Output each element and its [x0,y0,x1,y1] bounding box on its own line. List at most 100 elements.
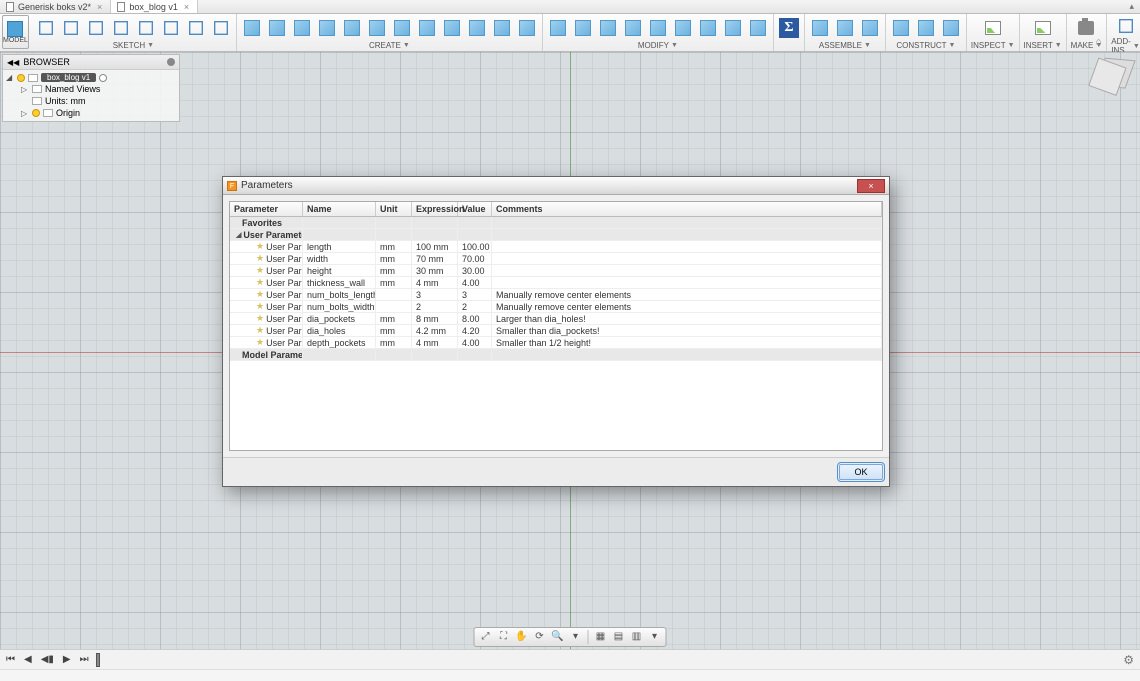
view-control-2[interactable]: ✋ [515,629,529,643]
draft-tool[interactable] [622,17,644,39]
group-label[interactable]: INSPECT▼ [971,41,1015,50]
activate-icon[interactable] [99,74,107,82]
view-control-5[interactable]: ▾ [569,629,583,643]
view-control-7[interactable]: ▦ [594,629,608,643]
parameter-row[interactable]: ★User Par…depth_pocketsmm4 mm4.00Smaller… [230,337,882,349]
cell-unit[interactable] [376,289,412,300]
poly-tool[interactable] [85,17,107,39]
cell-comments[interactable]: Larger than dia_holes! [492,313,882,324]
cell-expression[interactable]: 3 [412,289,458,300]
cell-name[interactable]: dia_pockets [303,313,376,324]
web-tool[interactable] [466,17,488,39]
cell-unit[interactable] [376,301,412,312]
view-control-0[interactable]: ⤢ [479,629,493,643]
shell-tool[interactable] [597,17,619,39]
favorite-icon[interactable]: ★ [256,277,264,288]
visibility-icon[interactable] [17,74,25,82]
section-model-parameters[interactable]: Model Parameters [230,349,882,361]
plane-tool[interactable] [890,17,912,39]
asbuilt-tool[interactable] [834,17,856,39]
pipe-tool[interactable] [516,17,538,39]
cell-comments[interactable]: Smaller than 1/2 height! [492,337,882,348]
pattern-tool[interactable] [316,17,338,39]
extrude-tool[interactable] [341,17,363,39]
cell-comments[interactable] [492,277,882,288]
cell-comments[interactable] [492,241,882,252]
tree-item[interactable]: Units: mm [3,95,179,107]
coil-tool[interactable] [491,17,513,39]
fillet-tool[interactable] [547,17,569,39]
cell-name[interactable]: height [303,265,376,276]
view-control-10[interactable]: ▾ [648,629,662,643]
parameter-row[interactable]: ★User Par…dia_pocketsmm8 mm8.00Larger th… [230,313,882,325]
favorite-icon[interactable]: ★ [256,301,264,312]
cell-comments[interactable]: Manually remove center elements [492,289,882,300]
cell-comments[interactable] [492,253,882,264]
close-icon[interactable]: × [95,2,104,12]
cell-name[interactable]: num_bolts_length [303,289,376,300]
cell-name[interactable]: thickness_wall [303,277,376,288]
align-tool[interactable] [747,17,769,39]
joint-tool[interactable] [809,17,831,39]
scale-tool[interactable] [647,17,669,39]
cell-expression[interactable]: 100 mm [412,241,458,252]
close-icon[interactable]: × [182,2,191,12]
sigma-tool[interactable]: Σ [778,17,800,39]
cell-expression[interactable]: 4 mm [412,277,458,288]
timeline-play-button[interactable]: ▶ [61,654,73,665]
spline-tool[interactable] [185,17,207,39]
cell-unit[interactable]: mm [376,337,412,348]
cell-comments[interactable]: Manually remove center elements [492,301,882,312]
tab-boxblog[interactable]: box_blog v1 × [111,0,198,13]
close-button[interactable]: × [857,179,885,193]
rib-tool[interactable] [441,17,463,39]
settings-icon[interactable]: ⚙ [1123,653,1134,667]
cell-unit[interactable]: mm [376,313,412,324]
arc-tool[interactable] [160,17,182,39]
tree-root[interactable]: ◢ box_blog v1 [3,72,179,83]
tree-item[interactable]: ▷Origin [3,107,179,119]
tab-generisk[interactable]: Generisk boks v2* × [0,0,111,13]
combine-tool[interactable] [672,17,694,39]
cell-name[interactable]: depth_pockets [303,337,376,348]
home-icon[interactable]: ⌂ [1096,37,1102,48]
view-control-3[interactable]: ⟳ [533,629,547,643]
split-tool[interactable] [697,17,719,39]
cell-expression[interactable]: 30 mm [412,265,458,276]
cell-expression[interactable]: 70 mm [412,253,458,264]
view-control-4[interactable]: 🔍 [551,629,565,643]
col-expression[interactable]: Expression [412,202,458,216]
parameter-row[interactable]: ★User Par…lengthmm100 mm100.00 [230,241,882,253]
expand-icon[interactable]: ▷ [21,109,29,118]
view-control-9[interactable]: ▥ [630,629,644,643]
col-comments[interactable]: Comments [492,202,882,216]
tree-item[interactable]: ▷Named Views [3,83,179,95]
cell-unit[interactable]: mm [376,277,412,288]
cell-name[interactable]: dia_holes [303,325,376,336]
cell-name[interactable]: length [303,241,376,252]
expand-icon[interactable]: ◢ [236,231,241,239]
view-control-8[interactable]: ▤ [612,629,626,643]
line-tool[interactable] [35,17,57,39]
cell-unit[interactable]: mm [376,241,412,252]
ok-button[interactable]: OK [839,464,883,480]
cell-unit[interactable]: mm [376,265,412,276]
col-name[interactable]: Name [303,202,376,216]
cell-unit[interactable]: mm [376,325,412,336]
cell-comments[interactable]: Smaller than dia_pockets! [492,325,882,336]
favorite-icon[interactable]: ★ [256,325,264,336]
axis-tool[interactable] [915,17,937,39]
point-tool[interactable] [940,17,962,39]
sphere-tool[interactable] [291,17,313,39]
cell-name[interactable]: num_bolts_width [303,301,376,312]
section-user-parameters[interactable]: ◢User Parameters＋ [230,229,882,241]
insert-tool[interactable] [1032,17,1054,39]
timeline-handle[interactable] [96,653,100,667]
options-icon[interactable] [167,58,175,66]
parameter-row[interactable]: ★User Par…dia_holesmm4.2 mm4.20Smaller t… [230,325,882,337]
group-label[interactable]: INSERT▼ [1024,41,1062,50]
cell-unit[interactable]: mm [376,253,412,264]
col-unit[interactable]: Unit [376,202,412,216]
cell-name[interactable]: width [303,253,376,264]
expand-icon[interactable]: ▷ [21,85,29,94]
